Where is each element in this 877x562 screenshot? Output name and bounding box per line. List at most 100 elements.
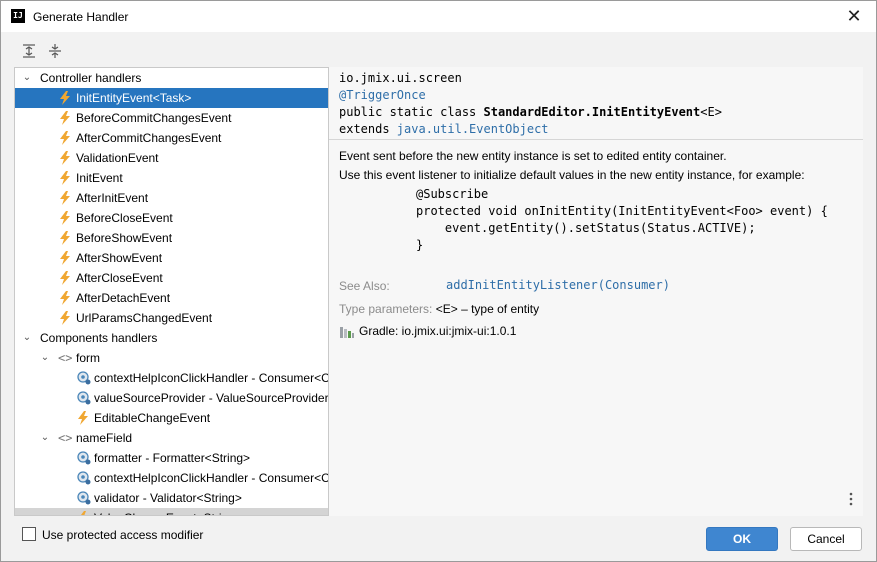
- tree-row[interactable]: contextHelpIconClickHandler - Consumer<C…: [15, 468, 328, 488]
- generate-handler-dialog: IJ Generate Handler ✕ ⌄ Controller handle…: [0, 0, 877, 562]
- protected-modifier-checkbox[interactable]: [22, 527, 36, 541]
- event-bolt-icon: [81, 511, 86, 515]
- doc-extends: extends java.util.EventObject: [339, 122, 549, 136]
- extends-type-link[interactable]: java.util.EventObject: [397, 122, 549, 136]
- event-bolt-icon: [60, 111, 70, 125]
- event-bolt-icon: [60, 151, 70, 165]
- documentation-panel: io.jmix.ui.screen @TriggerOnce public st…: [329, 67, 863, 516]
- tree-row[interactable]: AfterDetachEvent: [15, 288, 328, 308]
- code-line-4: }: [416, 238, 424, 252]
- code-line-2: protected void onInitEntity(InitEntityEv…: [416, 204, 828, 218]
- tree-row[interactable]: AfterCommitChangesEvent: [15, 128, 328, 148]
- see-also-label: See Also:: [339, 279, 390, 293]
- cancel-button[interactable]: Cancel: [790, 527, 862, 551]
- doc-description-2: Use this event listener to initialize de…: [339, 168, 805, 182]
- dialog-title: Generate Handler: [33, 10, 129, 24]
- expand-all-icon[interactable]: [21, 43, 37, 59]
- type-params: Type parameters: <E> – type of entity: [339, 302, 539, 316]
- chevron-down-icon[interactable]: ⌄: [39, 428, 51, 448]
- library-icon: [340, 327, 354, 338]
- delegate-gear-icon: [77, 451, 91, 465]
- tree-row[interactable]: validator - Validator<String>: [15, 488, 328, 508]
- tree-row-label: form: [76, 351, 100, 365]
- tree-row-label: AfterDetachEvent: [76, 291, 171, 305]
- event-bolt-icon: [60, 271, 70, 285]
- tree-row-label: nameField: [76, 431, 133, 445]
- event-bolt-icon: [60, 91, 70, 105]
- tree-row[interactable]: AfterShowEvent: [15, 248, 328, 268]
- event-bolt-icon: [78, 411, 88, 425]
- tree-row[interactable]: ⌄ Components handlers: [15, 328, 328, 348]
- tree-row[interactable]: ValidationEvent: [15, 148, 328, 168]
- tree-row-label: InitEntityEvent<Task>: [76, 91, 192, 105]
- event-bolt-icon: [60, 251, 70, 265]
- tree-row[interactable]: InitEvent: [15, 168, 328, 188]
- tree-row-label: AfterShowEvent: [76, 251, 163, 265]
- title-bar: IJ Generate Handler ✕: [1, 1, 876, 32]
- decl-generic: <E>: [700, 105, 722, 119]
- gradle-library: Gradle: io.jmix.ui:jmix-ui:1.0.1: [359, 324, 517, 338]
- tree-row[interactable]: ⌄ <> nameField: [15, 428, 328, 448]
- type-params-value: <E> – type of entity: [435, 302, 540, 316]
- tree-row[interactable]: ⌄ <> form: [15, 348, 328, 368]
- tree-row[interactable]: BeforeCloseEvent: [15, 208, 328, 228]
- tree-row[interactable]: AfterInitEvent: [15, 188, 328, 208]
- ok-button[interactable]: OK: [706, 527, 778, 551]
- see-also-link[interactable]: addInitEntityListener(Consumer): [446, 278, 670, 292]
- tree-row[interactable]: valueSourceProvider - ValueSourceProvide…: [15, 388, 328, 408]
- tree-row-label: Controller handlers: [40, 71, 142, 85]
- chevron-down-icon[interactable]: ⌄: [21, 68, 33, 88]
- protected-modifier-label[interactable]: Use protected access modifier: [42, 528, 203, 542]
- component-icon: <>: [58, 431, 73, 445]
- delegate-gear-icon: [77, 391, 91, 405]
- tree-row-label: AfterInitEvent: [76, 191, 149, 205]
- tree-row-label: formatter - Formatter<String>: [94, 451, 251, 465]
- tree-row[interactable]: ⌄ Controller handlers: [15, 68, 328, 88]
- event-bolt-icon: [60, 311, 70, 325]
- handler-tree[interactable]: ⌄ Controller handlers InitEntityEvent<Task…: [14, 67, 329, 516]
- tree-row[interactable]: EditableChangeEvent: [15, 408, 328, 428]
- close-icon[interactable]: ✕: [842, 5, 866, 27]
- tree-row-label: contextHelpIconClickHandler - Consumer<C…: [94, 371, 328, 385]
- tree-row[interactable]: BeforeCommitChangesEvent: [15, 108, 328, 128]
- tree-row-label: valueSourceProvider - ValueSourceProvide…: [94, 391, 328, 405]
- type-params-label: Type parameters:: [339, 302, 433, 316]
- intellij-logo-icon: IJ: [11, 9, 25, 23]
- delegate-gear-icon: [77, 471, 91, 485]
- delegate-gear-icon: [77, 491, 91, 505]
- event-bolt-icon: [60, 131, 70, 145]
- chevron-down-icon[interactable]: ⌄: [39, 348, 51, 368]
- tree-row-label: EditableChangeEvent: [94, 411, 211, 425]
- tree-row-label: BeforeCloseEvent: [76, 211, 173, 225]
- code-line-3: event.getEntity().setStatus(Status.ACTIV…: [416, 221, 756, 235]
- tree-row-label: BeforeCommitChangesEvent: [76, 111, 232, 125]
- doc-declaration: public static class StandardEditor.InitE…: [339, 105, 722, 119]
- tree-row-label: InitEvent: [76, 171, 123, 185]
- tree-row-label: UrlParamsChangedEvent: [76, 311, 213, 325]
- tree-row[interactable]: ValueChangeEvent<String>: [15, 508, 328, 515]
- event-bolt-icon: [60, 291, 70, 305]
- extends-keyword: extends: [339, 122, 397, 136]
- tree-row-label: BeforeShowEvent: [76, 231, 173, 245]
- tree-row[interactable]: contextHelpIconClickHandler - Consumer<C…: [15, 368, 328, 388]
- tree-row[interactable]: UrlParamsChangedEvent: [15, 308, 328, 328]
- tree-row[interactable]: AfterCloseEvent: [15, 268, 328, 288]
- doc-package: io.jmix.ui.screen: [339, 71, 462, 85]
- tree-row[interactable]: BeforeShowEvent: [15, 228, 328, 248]
- event-bolt-icon: [60, 211, 70, 225]
- tree-row-label: validator - Validator<String>: [94, 491, 242, 505]
- tree-row[interactable]: formatter - Formatter<String>: [15, 448, 328, 468]
- decl-prefix: public static class: [339, 105, 484, 119]
- tree-row[interactable]: InitEntityEvent<Task>: [15, 88, 328, 108]
- event-bolt-icon: [60, 191, 70, 205]
- delegate-gear-icon: [77, 371, 91, 385]
- collapse-all-icon[interactable]: [47, 43, 63, 59]
- event-bolt-icon: [60, 231, 70, 245]
- chevron-down-icon[interactable]: ⌄: [21, 328, 33, 348]
- tree-row-label: Components handlers: [40, 331, 158, 345]
- tree-row-label: contextHelpIconClickHandler - Consumer<C…: [94, 471, 328, 485]
- more-options-icon[interactable]: [847, 491, 855, 507]
- tree-row-label: ValidationEvent: [76, 151, 159, 165]
- tree-row-label: AfterCommitChangesEvent: [76, 131, 222, 145]
- doc-annotation[interactable]: @TriggerOnce: [339, 88, 426, 102]
